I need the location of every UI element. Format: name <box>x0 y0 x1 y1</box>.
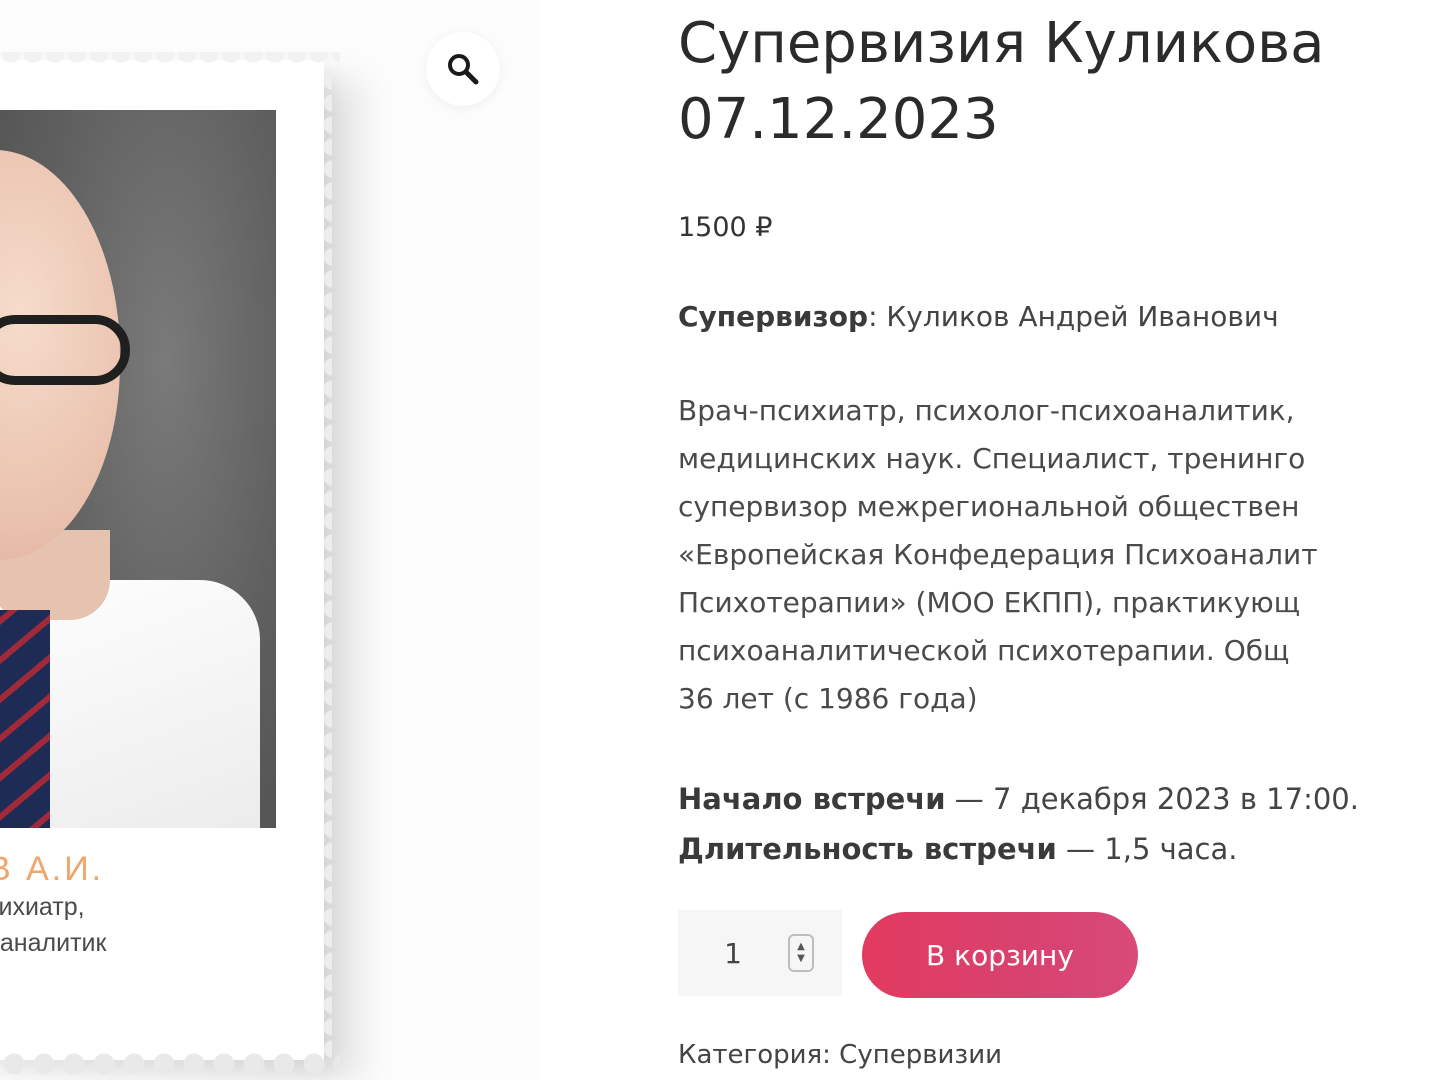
bio-line: медицинских наук. Специалист, тренинго <box>678 442 1306 475</box>
add-to-cart-button[interactable]: В корзину <box>862 912 1138 998</box>
category-label: Категория: <box>678 1040 840 1070</box>
product-title: Супервизия Куликова 07.12.2023 <box>678 6 1324 158</box>
bio-line: 36 лет (с 1986 года) <box>678 682 978 715</box>
supervisor-separator: : <box>868 300 887 333</box>
bio-line: Врач-психиатр, психолог-психоаналитик, <box>678 394 1295 427</box>
caption-line: оаналитик <box>0 929 107 957</box>
supervisor-name: Куликов Андрей Иванович <box>886 300 1279 333</box>
bio-line: Психотерапии» (МОО ЕКПП), практикующ <box>678 586 1301 619</box>
spinner-arrows-icon[interactable]: ▲ ▼ <box>788 934 814 972</box>
bio-line: «Европейская Конфедерация Психоаналит <box>678 538 1318 571</box>
meeting-duration-value: — 1,5 часа. <box>1056 832 1238 866</box>
supervisor-bio: Врач-психиатр, психолог-психоаналитик, м… <box>678 387 1440 723</box>
supervisor-info: Супервизор: Куликов Андрей Иванович <box>678 300 1279 333</box>
meeting-start-label: Начало встречи <box>678 782 946 816</box>
product-gallery: В А.И. сихиатр, оаналитик <box>0 0 540 1080</box>
product-title-line: Супервизия Куликова <box>678 11 1325 76</box>
stamp-perforation-top <box>0 52 340 70</box>
meeting-start: Начало встречи — 7 декабря 2023 в 17:00. <box>678 774 1359 824</box>
spinner-down-icon[interactable]: ▼ <box>797 953 805 965</box>
meeting-duration: Длительность встречи — 1,5 часа. <box>678 824 1359 874</box>
zoom-button[interactable] <box>426 32 500 106</box>
caption-name: В А.И. <box>0 850 105 888</box>
bio-line: психоаналитической психотерапии. Общ <box>678 634 1290 667</box>
stamp-perforation-right <box>316 70 332 1060</box>
stamp-perforation-bottom <box>0 1040 340 1080</box>
product-title-line: 07.12.2023 <box>678 87 999 152</box>
quantity-stepper[interactable]: 1 ▲ ▼ <box>678 910 842 996</box>
product-summary: Супервизия Куликова 07.12.2023 1500 ₽ Су… <box>678 0 1440 1080</box>
supervisor-label: Супервизор <box>678 300 869 333</box>
category-link[interactable]: Супервизии <box>839 1040 1002 1070</box>
spinner-up-icon[interactable]: ▲ <box>797 941 805 953</box>
magnifier-icon <box>448 54 479 85</box>
product-image[interactable] <box>0 110 276 828</box>
meeting-start-value: — 7 декабря 2023 в 17:00. <box>945 782 1359 816</box>
meeting-details: Начало встречи — 7 декабря 2023 в 17:00.… <box>678 774 1359 874</box>
product-category: Категория: Супервизии <box>678 1040 1002 1070</box>
product-price: 1500 ₽ <box>678 212 773 243</box>
quantity-input[interactable]: 1 <box>678 937 788 970</box>
caption-line: сихиатр, <box>0 893 85 921</box>
photo-glasses <box>0 315 130 385</box>
image-caption: В А.И. сихиатр, оаналитик <box>0 850 270 961</box>
bio-line: супервизор межрегиональной обществен <box>678 490 1300 523</box>
meeting-duration-label: Длительность встречи <box>678 832 1057 866</box>
photo-tie <box>0 610 50 828</box>
